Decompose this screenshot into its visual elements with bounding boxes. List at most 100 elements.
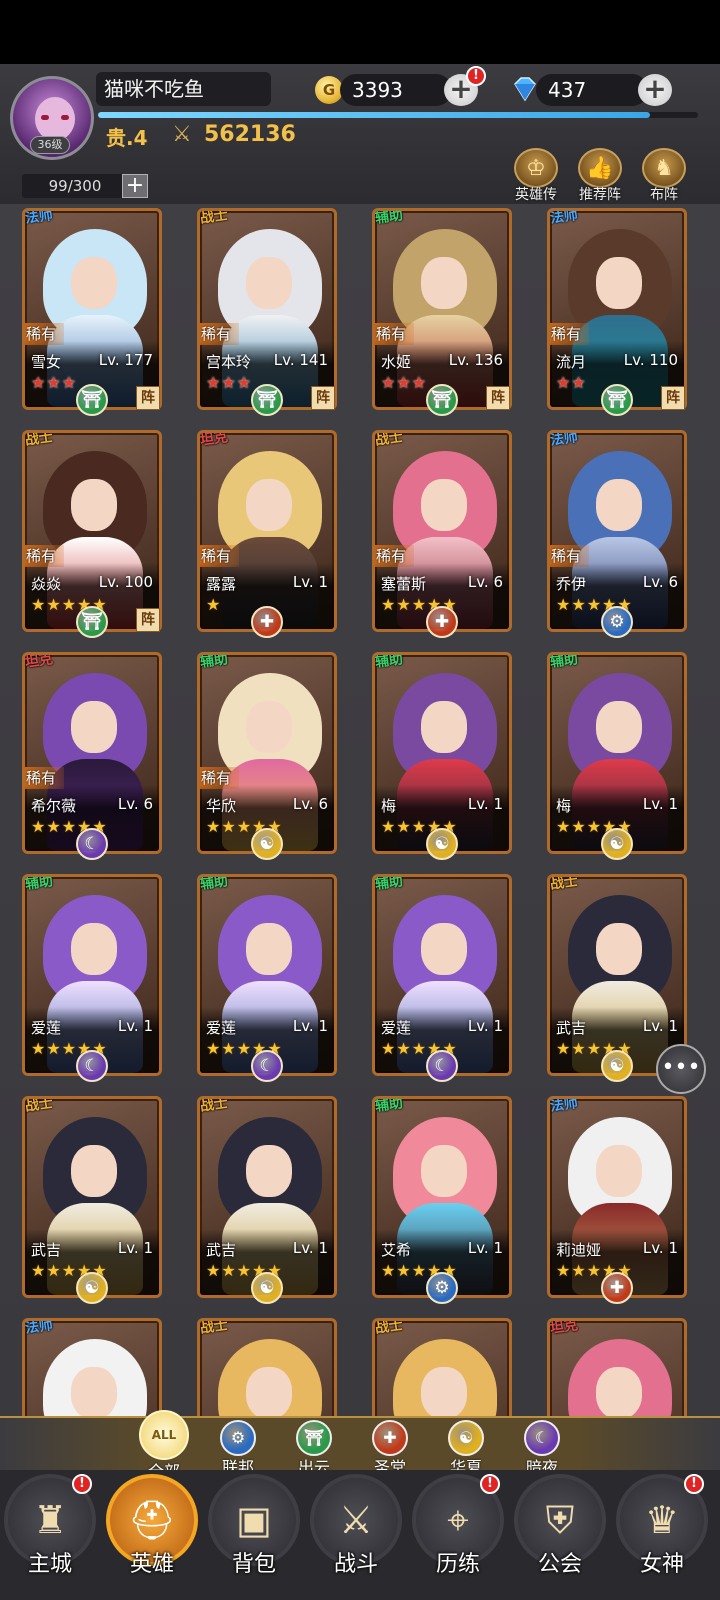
hero-level: Lv. 6	[117, 795, 153, 813]
hero-face	[246, 1367, 292, 1419]
hero-card[interactable]: 战士 稀有 塞蕾斯 Lv. 6 ★★★★★	[372, 430, 512, 632]
hero-name: 梅	[381, 797, 397, 815]
horse-icon: ♞	[642, 148, 686, 188]
in-formation-badge: 阵	[136, 386, 160, 410]
hero-card[interactable]: 辅助 艾希 Lv. 1 ★★★★★	[372, 1096, 512, 1298]
federation-gear-icon: ⚙	[426, 1272, 458, 1304]
hero-card[interactable]: 坦克 稀有 希尔薇 Lv. 6 ★★★★★	[22, 652, 162, 854]
bottom-navigation: ♜ 主城! ⛑ 英雄 ▣ 背包 ⚔ 战斗 ⌖ 历练! ⛨ 公会 ♛ 女神!	[0, 1470, 720, 1600]
hero-name: 武吉	[206, 1241, 237, 1259]
hero-portrait	[375, 1321, 509, 1426]
hero-card[interactable]: 法师 稀有 雪女 Lv. 177 ★★★	[22, 208, 162, 410]
sanctum-cross-icon: ✚	[426, 606, 458, 638]
gem-amount: 437	[548, 78, 587, 102]
izumo-torii-icon: ⛩	[251, 384, 283, 416]
hero-name: 爱莲	[31, 1019, 62, 1037]
hero-card[interactable]: 战士 稀有 宫本玲 Lv. 141 ★★★	[197, 208, 337, 410]
hero-name: 水姬	[381, 353, 412, 371]
hero-name: 爱莲	[381, 1019, 412, 1037]
hero-portrait	[200, 1321, 334, 1426]
combat-power: 562136	[204, 122, 296, 147]
hero-card[interactable]: 辅助 稀有 水姬 Lv. 136 ★★★	[372, 208, 512, 410]
chat-bubble-button[interactable]: •••	[656, 1044, 706, 1094]
in-formation-badge: 阵	[486, 386, 510, 410]
hero-name: 雪女	[31, 353, 62, 371]
huaxia-swirl-icon: ☯	[76, 1272, 108, 1304]
exp-progress-bar	[98, 112, 698, 118]
night-moon-icon: ☾	[251, 1050, 283, 1082]
nav-tab[interactable]: ⌖ 历练!	[410, 1474, 506, 1600]
hero-face	[596, 479, 642, 531]
hero-story-button[interactable]: ♔ 英雄传	[508, 148, 564, 204]
hero-card[interactable]: 坦克 稀有 露露 Lv. 1 ★	[197, 430, 337, 632]
sanctum-cross-icon: ✚	[251, 606, 283, 638]
vip-level: 贵.4	[106, 126, 148, 150]
nav-tab[interactable]: ⚔ 战斗	[308, 1474, 404, 1600]
gem-amount-box: 437	[536, 74, 648, 106]
hero-card[interactable]: 战士 武吉 Lv. 1 ★★★★★	[22, 1096, 162, 1298]
hero-card[interactable]: 战士 稀有 焱焱 Lv. 100 ★★★★★	[22, 430, 162, 632]
hero-grid: 法师 稀有 雪女 Lv. 177 ★★★ ⛩ 阵战士 稀有 宫本玲 Lv. 141 ★★★ ⛩ 阵辅助稀…	[0, 204, 720, 1426]
izumo-torii-icon: ⛩	[296, 1420, 332, 1456]
hero-card[interactable]: 辅助梅 Lv. 1 ★★★★★	[547, 652, 687, 854]
hero-level: Lv. 1	[642, 795, 678, 813]
nav-tab[interactable]: ▣ 背包	[206, 1474, 302, 1600]
hero-name: 塞蕾斯	[381, 575, 427, 593]
hero-card[interactable]: 辅助 稀有 华欣 Lv. 6 ★★★★★	[197, 652, 337, 854]
hero-name: 爱莲	[206, 1019, 237, 1037]
hero-card[interactable]: 法师 莉迪娅 Lv. 1 ★★★★★	[547, 1096, 687, 1298]
hero-star-rating: ★★★	[381, 373, 428, 392]
nav-tab[interactable]: ♜ 主城!	[2, 1474, 98, 1600]
hero-face	[71, 1367, 117, 1419]
hero-portrait	[550, 1321, 684, 1426]
hero-level: Lv. 6	[467, 573, 503, 591]
hero-face	[246, 701, 292, 753]
hero-card[interactable]: 法师 稀有 乔伊 Lv. 6 ★★★★★	[547, 430, 687, 632]
hero-face	[246, 479, 292, 531]
add-gems-button[interactable]: +	[638, 74, 672, 106]
nav-tab-label: 女神	[639, 1552, 684, 1577]
hero-level: Lv. 1	[642, 1017, 678, 1035]
gold-coin-icon: G	[315, 76, 343, 104]
night-moon-icon: ☾	[426, 1050, 458, 1082]
hero-face	[596, 1145, 642, 1197]
hero-level: Lv. 1	[467, 1239, 503, 1257]
diamond-gem-icon	[514, 77, 536, 102]
hero-name: 乔伊	[556, 575, 587, 593]
hero-face	[421, 479, 467, 531]
hero-card[interactable]: 战士 武吉 Lv. 1 ★★★★★	[197, 1096, 337, 1298]
hero-card[interactable]: 辅助梅 Lv. 1 ★★★★★	[372, 652, 512, 854]
hero-card[interactable]: 战士 武吉 Lv. 1 ★★★★★	[547, 874, 687, 1076]
hero-story-label: 英雄传	[515, 187, 557, 203]
hero-face	[71, 479, 117, 531]
nav-tab[interactable]: ⛑ 英雄	[104, 1474, 200, 1600]
nav-tab-label: 战斗	[333, 1552, 378, 1577]
hero-face	[596, 257, 642, 309]
formation-button[interactable]: ♞ 布阵	[636, 148, 692, 204]
hero-card[interactable]: 法师 稀有 流月 Lv. 110 ★★	[547, 208, 687, 410]
hero-face	[71, 923, 117, 975]
recommended-lineup-button[interactable]: 👍 推荐阵	[572, 148, 628, 204]
nav-tab[interactable]: ♛ 女神!	[614, 1474, 710, 1600]
hero-card[interactable]: 战士	[372, 1318, 512, 1426]
hero-card[interactable]: 坦克	[547, 1318, 687, 1426]
thumb-up-icon: 👍	[578, 148, 622, 188]
hero-card[interactable]: 辅助 爱莲 Lv. 1 ★★★★★	[22, 874, 162, 1076]
federation-gear-icon: ⚙	[601, 606, 633, 638]
hero-face	[71, 1145, 117, 1197]
hero-card[interactable]: 法师	[22, 1318, 162, 1426]
nav-tab[interactable]: ⛨ 公会	[512, 1474, 608, 1600]
hero-card[interactable]: 辅助 爱莲 Lv. 1 ★★★★★	[372, 874, 512, 1076]
hero-card[interactable]: 战士	[197, 1318, 337, 1426]
night-moon-icon: ☾	[524, 1420, 560, 1456]
roster-capacity: 99/300	[22, 174, 128, 198]
hero-card[interactable]: 辅助 爱莲 Lv. 1 ★★★★★	[197, 874, 337, 1076]
hero-name: 梅	[556, 797, 572, 815]
hero-name: 露露	[206, 575, 237, 593]
hero-face	[421, 257, 467, 309]
hero-face	[71, 701, 117, 753]
expand-roster-button[interactable]: +	[122, 174, 148, 198]
player-name: 猫咪不吃鱼	[96, 72, 271, 106]
izumo-torii-icon: ⛩	[601, 384, 633, 416]
hero-name: 艾希	[381, 1241, 412, 1259]
